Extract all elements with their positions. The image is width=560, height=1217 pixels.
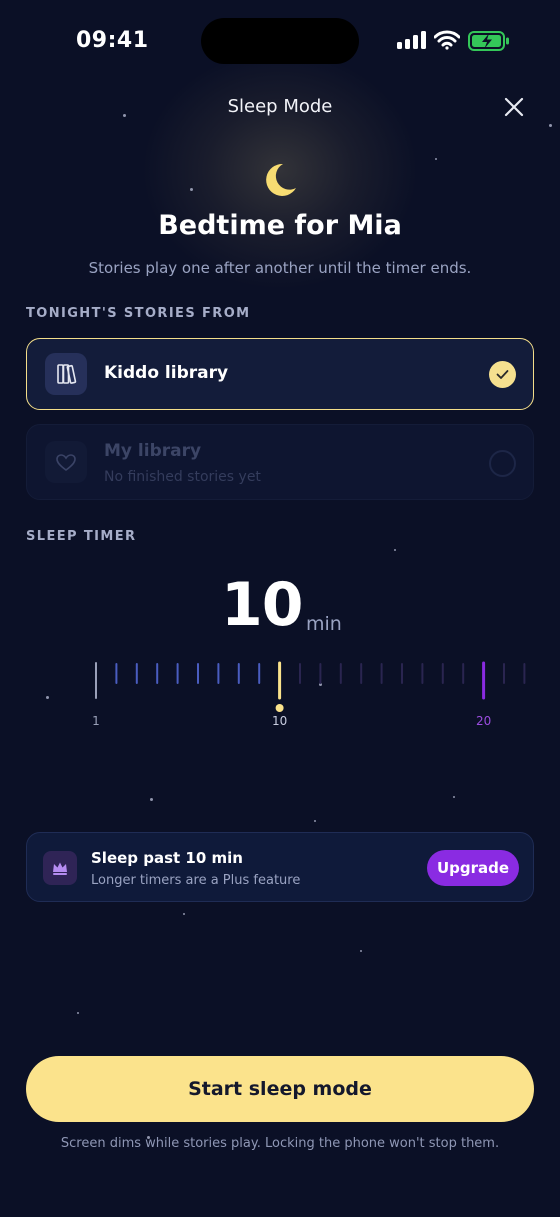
battery-charging-icon	[468, 31, 509, 51]
upgrade-button[interactable]: Upgrade	[427, 850, 519, 886]
books-icon	[45, 353, 87, 395]
close-icon[interactable]	[500, 93, 528, 121]
checkmark-icon	[489, 361, 516, 388]
cellular-signal-icon	[397, 31, 427, 49]
option-sublabel: No finished stories yet	[104, 469, 261, 485]
timer-value: 10	[221, 570, 303, 640]
upgrade-title: Sleep past 10 min	[91, 849, 243, 867]
stories-section-label: TONIGHT'S STORIES FROM	[26, 306, 251, 321]
upgrade-card: Sleep past 10 min Longer timers are a Pl…	[26, 832, 534, 902]
ruler-tick-label: 20	[476, 714, 491, 728]
footnote: Screen dims while stories play. Locking …	[60, 1136, 500, 1151]
sleep-timer-slider[interactable]: 1 10 20	[0, 650, 560, 740]
dynamic-island	[201, 18, 359, 64]
option-label: My library	[104, 441, 202, 461]
story-source-kiddo-library[interactable]: Kiddo library	[26, 338, 534, 410]
status-bar: 09:41	[0, 0, 560, 80]
radio-unselected-icon	[489, 450, 516, 477]
start-sleep-mode-button[interactable]: Start sleep mode	[26, 1056, 534, 1122]
ruler-tick-label: 10	[272, 714, 287, 728]
ruler-tick-label: 1	[92, 714, 100, 728]
wifi-icon	[434, 30, 460, 50]
heart-icon	[45, 441, 87, 483]
bedtime-title: Bedtime for Mia	[158, 210, 402, 241]
timer-unit: min	[306, 613, 342, 635]
timer-section-label: SLEEP TIMER	[26, 529, 137, 544]
story-source-my-library: My library No finished stories yet	[26, 424, 534, 500]
option-label: Kiddo library	[104, 363, 229, 383]
slider-knob[interactable]	[275, 704, 284, 712]
moon-icon	[266, 163, 296, 196]
bedtime-subtitle: Stories play one after another until the…	[88, 259, 472, 277]
status-time: 09:41	[76, 28, 149, 53]
upgrade-subtitle: Longer timers are a Plus feature	[91, 873, 301, 888]
crown-icon	[43, 851, 77, 885]
screen-title: Sleep Mode	[227, 96, 333, 117]
